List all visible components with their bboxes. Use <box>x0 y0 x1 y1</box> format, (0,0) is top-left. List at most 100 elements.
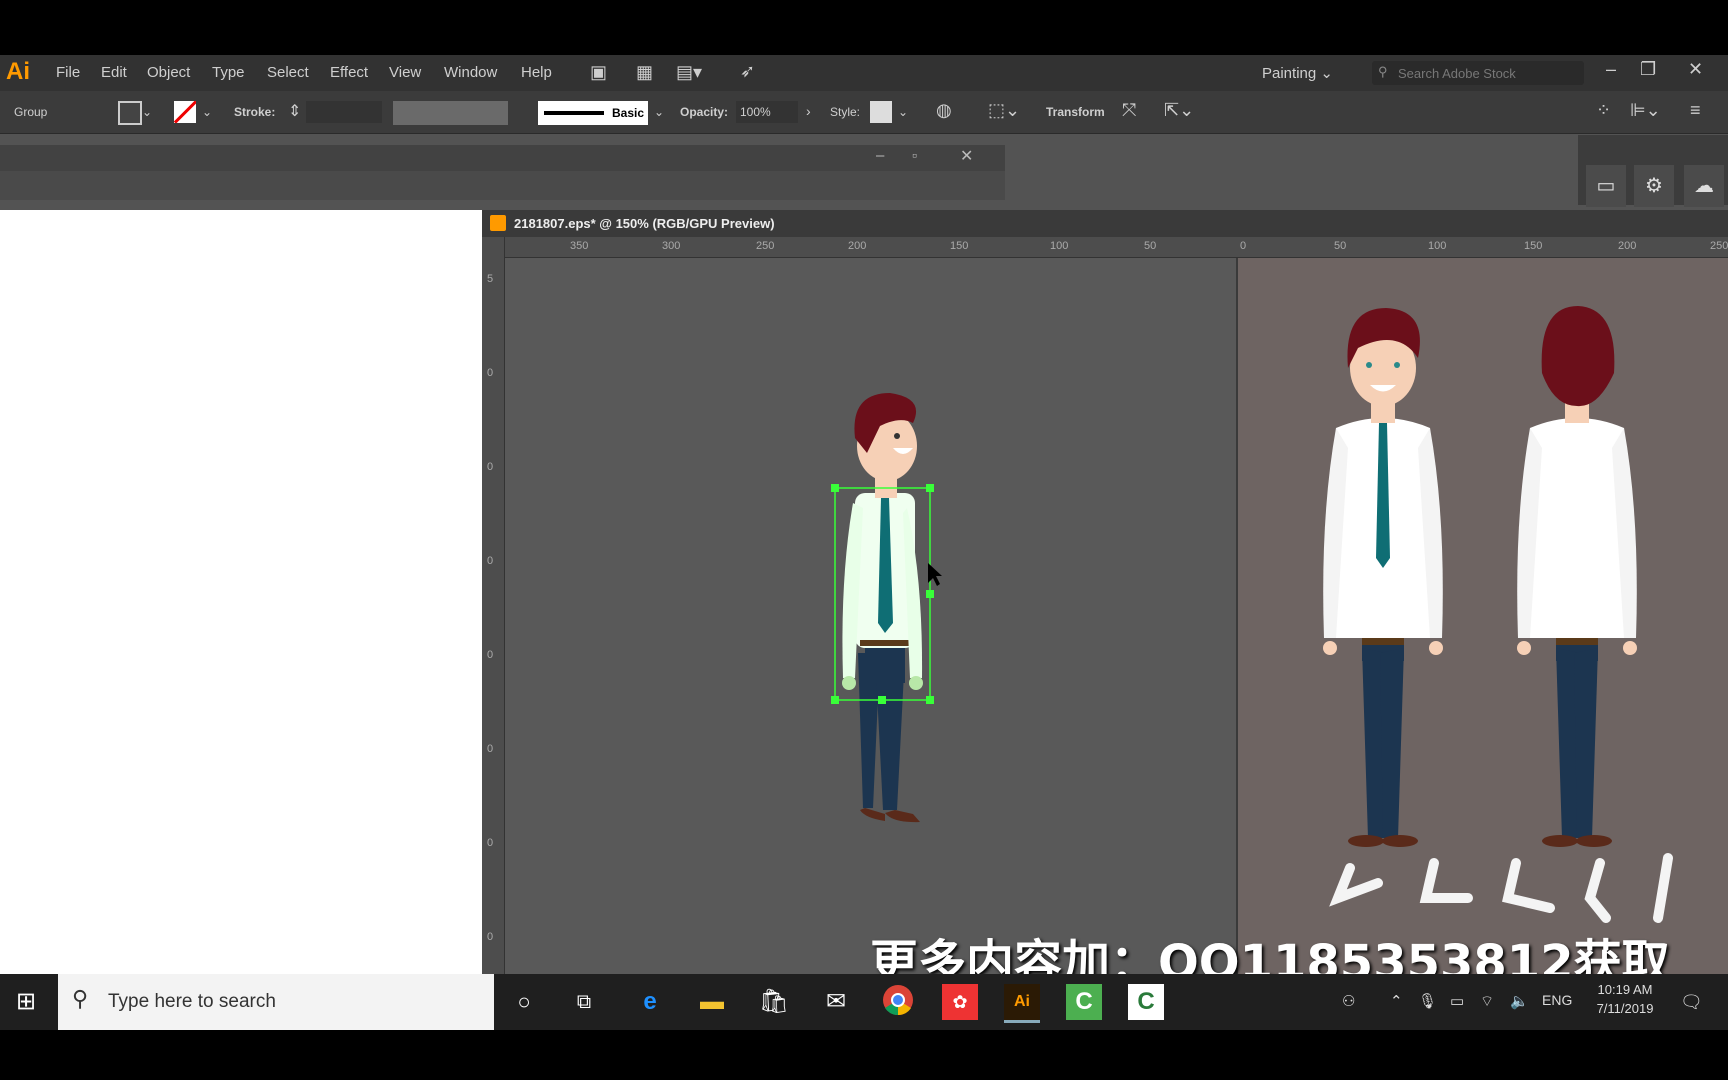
brush-stroke-preview <box>544 111 604 115</box>
character-side-view[interactable] <box>505 258 1236 1023</box>
menu-window[interactable]: Window <box>444 64 497 81</box>
artboard-reference[interactable] <box>1236 258 1728 1023</box>
network-icon[interactable]: ⌔ <box>1480 992 1494 1011</box>
ruler-label: 50 <box>1334 240 1347 252</box>
document-tab-title[interactable]: 2181807.eps* @ 150% (RGB/GPU Preview) <box>514 216 775 231</box>
taskbar-search-box[interactable]: ⚲ Type here to search <box>58 974 494 1030</box>
people-icon[interactable]: ⚇ <box>1342 992 1355 1010</box>
minimize-icon[interactable]: – <box>1606 59 1616 80</box>
back-hand <box>842 676 856 690</box>
illustrator-logo: Ai <box>6 58 30 85</box>
horizontal-ruler[interactable]: 350 300 250 200 150 100 50 0 50 100 150 … <box>496 237 1728 258</box>
task-view-icon[interactable]: ⧉ <box>566 984 602 1020</box>
language-indicator[interactable]: ENG <box>1542 992 1572 1008</box>
file-explorer-icon[interactable]: ▬ <box>694 984 730 1020</box>
menu-view[interactable]: View <box>389 64 421 81</box>
cortana-icon[interactable]: ○ <box>506 984 542 1020</box>
opacity-field[interactable]: 100% <box>736 101 798 123</box>
character-turnaround <box>1323 306 1673 923</box>
illustrator-taskbar-icon[interactable]: Ai <box>1004 984 1040 1023</box>
panel-options-icon[interactable]: ⊫⌄ <box>1630 100 1661 121</box>
recolor-icon[interactable]: ◍ <box>936 100 952 121</box>
camtasia-icon[interactable]: C <box>1066 984 1102 1020</box>
chevron-down-icon[interactable]: ⌄ <box>202 105 212 119</box>
bridge-icon[interactable]: ▣ <box>590 62 607 83</box>
handle <box>926 590 934 598</box>
chrome-icon[interactable] <box>880 984 916 1020</box>
ruler-label: 150 <box>1524 240 1543 252</box>
menu-edit[interactable]: Edit <box>101 64 127 81</box>
battery-icon[interactable]: ▭ <box>1450 992 1464 1010</box>
edge-icon[interactable]: e <box>632 984 668 1020</box>
rocket-icon[interactable]: ➶ <box>740 61 755 82</box>
stock-icon[interactable]: ▦ <box>636 62 653 83</box>
stroke-weight-stepper[interactable]: ⇕ <box>288 101 301 121</box>
canvas-pasteboard[interactable] <box>505 258 1236 1023</box>
menu-icon[interactable]: ≡ <box>1690 100 1701 121</box>
ruler-label: 300 <box>662 240 681 252</box>
windows-start-icon[interactable]: ⊞ <box>8 984 44 1020</box>
chevron-up-icon[interactable]: ⌃ <box>1390 992 1403 1010</box>
volume-icon[interactable]: 🔈 <box>1510 992 1529 1010</box>
right-eye <box>1394 362 1400 368</box>
right-shoe <box>1576 835 1612 847</box>
stroke-weight-field[interactable] <box>306 101 382 123</box>
graphic-style-swatch[interactable] <box>870 101 892 123</box>
left-shoe <box>1348 835 1384 847</box>
clock[interactable]: 10:19 AM 7/11/2019 <box>1590 982 1660 1016</box>
opacity-label: Opacity: <box>680 105 729 119</box>
transform-link[interactable]: Transform <box>1046 105 1105 119</box>
menu-file[interactable]: File <box>56 64 80 81</box>
minimize-icon[interactable]: – <box>876 147 884 164</box>
libraries-icon[interactable]: ☁ <box>1684 165 1724 207</box>
restore-icon[interactable]: ❐ <box>1640 59 1656 80</box>
fill-swatch[interactable] <box>118 101 142 125</box>
store-icon[interactable]: 🛍 <box>756 984 792 1020</box>
ruler-label: 350 <box>570 240 589 252</box>
mail-icon[interactable]: ✉ <box>818 984 854 1020</box>
ruler-label: 0 <box>487 649 494 661</box>
app-icon[interactable]: ✿ <box>942 984 978 1020</box>
stock-search-input[interactable]: ⚲ Search Adobe Stock <box>1372 61 1584 85</box>
gear-icon[interactable]: ⚙ <box>1634 165 1674 207</box>
brush-definition[interactable]: Basic <box>538 101 648 125</box>
left-hand <box>1517 641 1531 655</box>
menu-type[interactable]: Type <box>212 64 245 81</box>
menu-help[interactable]: Help <box>521 64 552 81</box>
right-hand <box>1429 641 1443 655</box>
stroke-swatch[interactable] <box>174 101 196 123</box>
back-shoe <box>860 808 885 821</box>
chevron-right-icon[interactable]: › <box>806 103 811 119</box>
close-icon[interactable]: ✕ <box>1688 59 1703 80</box>
front-hand <box>909 676 923 690</box>
align-icon[interactable]: ⬚⌄ <box>988 100 1020 121</box>
microphone-icon[interactable]: 🎙 <box>1418 992 1437 1010</box>
menu-effect[interactable]: Effect <box>330 64 368 81</box>
front-shoe <box>885 810 920 823</box>
blank-document-area <box>0 210 482 983</box>
arrange-documents-icon[interactable]: ▤▾ <box>676 62 702 83</box>
ruler-label: 50 <box>1144 240 1157 252</box>
properties-icon[interactable]: ▭ <box>1586 165 1626 207</box>
ruler-label: 200 <box>848 240 867 252</box>
variable-width-profile[interactable] <box>393 101 508 125</box>
belt <box>1362 638 1404 645</box>
chevron-down-icon[interactable]: ⌄ <box>142 105 152 119</box>
vertical-ruler[interactable]: 5 0 0 0 0 0 0 0 <box>482 237 505 1023</box>
workspace-switcher[interactable]: Painting ⌄ <box>1262 64 1333 82</box>
close-icon[interactable]: ✕ <box>960 146 973 166</box>
chevron-down-icon[interactable]: ⌄ <box>898 105 908 119</box>
isolate-icon[interactable]: ⤧ <box>1122 100 1136 121</box>
arm-piece <box>1329 863 1383 907</box>
ruler-label: 0 <box>487 461 494 473</box>
stroke-label: Stroke: <box>234 105 276 119</box>
camtasia-recorder-icon[interactable]: C <box>1128 984 1164 1020</box>
menu-object[interactable]: Object <box>147 64 190 81</box>
notification-icon[interactable]: 🗨 <box>1680 992 1703 1013</box>
arrange-icon[interactable]: ⁘ <box>1596 100 1611 121</box>
maximize-icon[interactable]: ▫ <box>912 147 917 163</box>
search-icon: ⚲ <box>72 986 89 1011</box>
select-similar-icon[interactable]: ⇱⌄ <box>1164 100 1194 121</box>
chevron-down-icon[interactable]: ⌄ <box>654 105 664 119</box>
menu-select[interactable]: Select <box>267 64 309 81</box>
